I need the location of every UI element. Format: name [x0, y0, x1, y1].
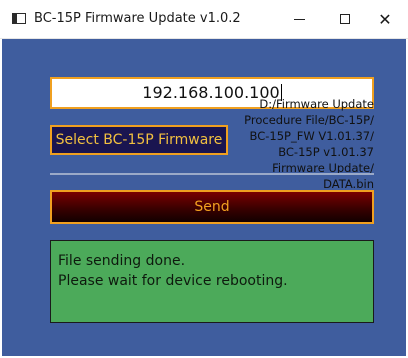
main-panel: 192.168.100.100 D:/Firmware Update Proce… — [2, 39, 406, 356]
title-bar[interactable]: BC-15P Firmware Update v1.0.2 ✕ — [0, 0, 408, 39]
close-icon: ✕ — [378, 9, 392, 29]
send-button[interactable]: Send — [50, 190, 374, 224]
status-line-2: Please wait for device rebooting. — [58, 273, 288, 289]
select-firmware-button[interactable]: Select BC-15P Firmware — [50, 125, 228, 155]
minimize-icon — [293, 18, 305, 20]
close-button[interactable]: ✕ — [362, 0, 408, 38]
firmware-file-path: D:/Firmware Update Procedure File/BC-15P… — [244, 97, 374, 191]
app-icon — [12, 13, 26, 24]
divider — [50, 173, 374, 175]
window-title: BC-15P Firmware Update v1.0.2 — [34, 11, 241, 26]
status-message-box: File sending done. Please wait for devic… — [50, 240, 374, 323]
minimize-button[interactable] — [276, 0, 322, 38]
status-line-1: File sending done. — [58, 253, 186, 269]
maximize-icon — [340, 14, 350, 24]
app-window: BC-15P Firmware Update v1.0.2 ✕ 192.168.… — [0, 0, 408, 358]
